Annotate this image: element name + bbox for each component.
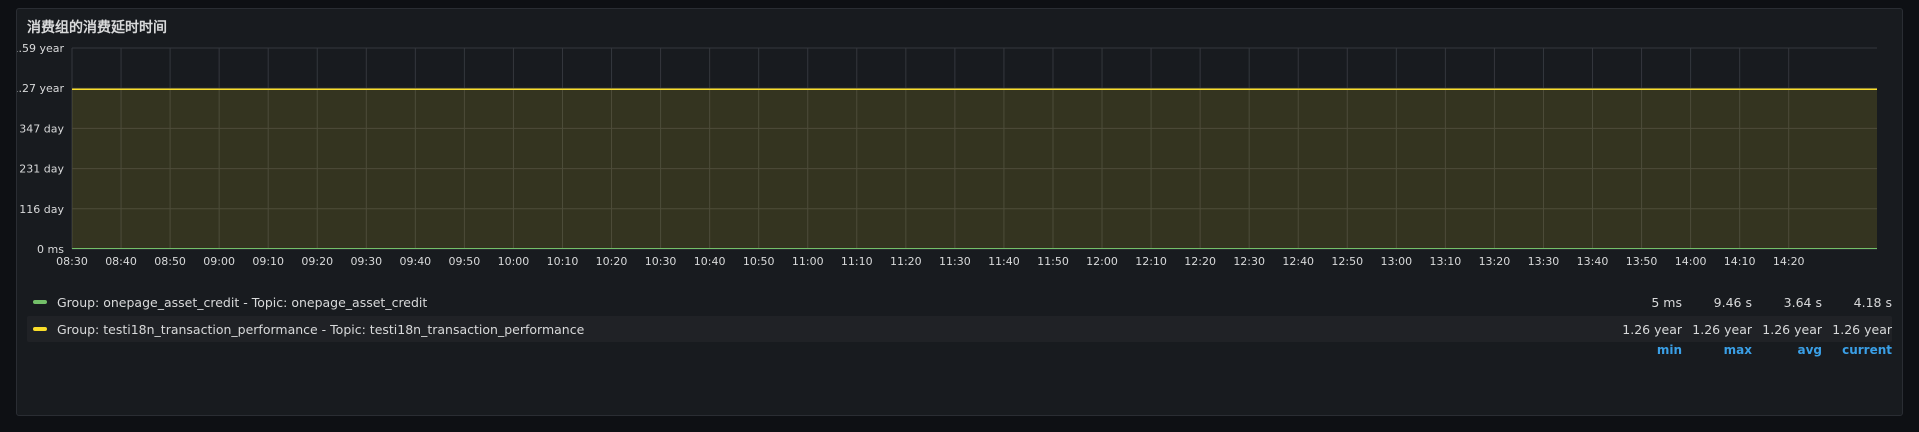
legend-min-value: 5 ms: [1651, 294, 1682, 310]
x-tick-label: 09:40: [399, 255, 431, 268]
legend-header-max[interactable]: max: [1682, 343, 1752, 357]
legend-series-name[interactable]: Group: onepage_asset_credit - Topic: one…: [57, 295, 1612, 310]
legend-current-value: 4.18 s: [1853, 294, 1892, 310]
x-tick-label: 14:10: [1724, 255, 1756, 268]
legend-max-value: 9.46 s: [1713, 294, 1752, 310]
legend-header-current[interactable]: current: [1822, 343, 1892, 357]
x-tick-label: 12:10: [1135, 255, 1167, 268]
x-tick-label: 10:00: [498, 255, 530, 268]
x-tick-label: 11:00: [792, 255, 824, 268]
x-tick-label: 14:20: [1773, 255, 1805, 268]
x-tick-label: 10:10: [547, 255, 579, 268]
x-tick-label: 10:50: [743, 255, 775, 268]
y-tick-label: 1.27 year: [17, 82, 64, 95]
x-tick-label: 09:20: [301, 255, 333, 268]
legend-series-name[interactable]: Group: testi18n_transaction_performance …: [57, 322, 1612, 337]
legend-header-avg[interactable]: avg: [1752, 343, 1822, 357]
series-area-fill: [72, 89, 1877, 249]
x-axis-labels: 08:30 08:40 08:50 09:00 09:10 09:20 09:30 09:40…: [56, 255, 1804, 268]
legend-header-min[interactable]: min: [1612, 343, 1682, 357]
x-tick-label: 13:40: [1577, 255, 1609, 268]
x-tick-label: 11:40: [988, 255, 1020, 268]
x-tick-label: 11:30: [939, 255, 971, 268]
x-tick-label: 08:40: [105, 255, 137, 268]
legend-max-value: 1.26 year: [1692, 321, 1752, 337]
x-tick-label: 08:50: [154, 255, 186, 268]
x-tick-label: 10:40: [694, 255, 726, 268]
series-area: [72, 88, 1877, 249]
x-tick-label: 12:20: [1184, 255, 1216, 268]
x-tick-label: 13:20: [1479, 255, 1511, 268]
legend-color-swatch[interactable]: [33, 327, 47, 331]
x-tick-label: 13:10: [1430, 255, 1462, 268]
legend-color-swatch[interactable]: [33, 300, 47, 304]
legend-current-value: 1.26 year: [1832, 321, 1892, 337]
x-tick-label: 11:20: [890, 255, 922, 268]
legend-header: min max avg current: [1612, 343, 1892, 357]
legend-avg-value: 1.26 year: [1762, 321, 1822, 337]
x-tick-label: 12:50: [1331, 255, 1363, 268]
x-tick-label: 10:30: [645, 255, 677, 268]
x-tick-label: 13:50: [1626, 255, 1658, 268]
y-axis-labels: 0 ms116 day231 day347 day1.27 year1.59 y…: [17, 42, 64, 256]
x-tick-label: 11:50: [1037, 255, 1069, 268]
x-tick-label: 09:50: [449, 255, 481, 268]
x-tick-label: 09:30: [350, 255, 382, 268]
chart-panel: 消费组的消费延时时间 0 ms116 day231 day347 day1.27…: [16, 8, 1903, 416]
y-tick-label: 347 day: [19, 122, 64, 135]
x-tick-label: 11:10: [841, 255, 873, 268]
legend-min-value: 1.26 year: [1622, 321, 1682, 337]
x-tick-label: 09:10: [252, 255, 284, 268]
x-tick-label: 12:00: [1086, 255, 1118, 268]
y-tick-label: 116 day: [19, 203, 64, 216]
legend-row[interactable]: Group: onepage_asset_credit - Topic: one…: [27, 289, 1892, 315]
x-tick-label: 13:30: [1528, 255, 1560, 268]
legend-row[interactable]: Group: testi18n_transaction_performance …: [27, 316, 1892, 342]
x-tick-label: 08:30: [56, 255, 88, 268]
x-tick-label: 13:00: [1380, 255, 1412, 268]
x-tick-label: 14:00: [1675, 255, 1707, 268]
x-tick-label: 09:00: [203, 255, 235, 268]
y-tick-label: 1.59 year: [17, 42, 64, 55]
x-tick-label: 12:40: [1282, 255, 1314, 268]
x-tick-label: 12:30: [1233, 255, 1265, 268]
y-tick-label: 231 day: [19, 163, 64, 176]
time-series-chart[interactable]: 0 ms116 day231 day347 day1.27 year1.59 y…: [17, 9, 1902, 309]
legend-avg-value: 3.64 s: [1783, 294, 1822, 310]
x-tick-label: 10:20: [596, 255, 628, 268]
